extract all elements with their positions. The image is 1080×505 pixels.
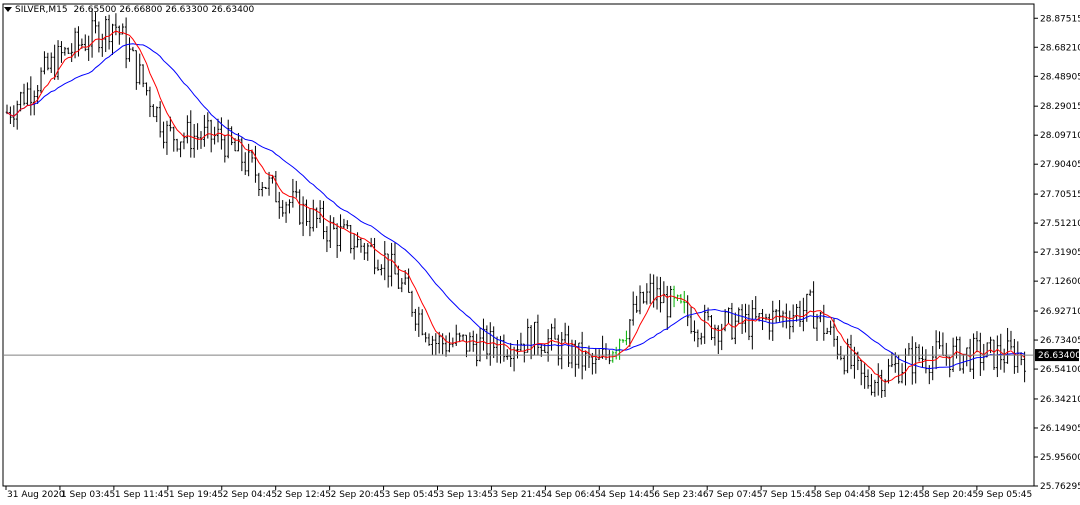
price-tick-label: 26.92710: [1040, 307, 1080, 317]
time-tick-label: 3 Sep 05:45: [385, 490, 439, 500]
symbol-header: SILVER,M15 26.65500 26.66800 26.63300 26.63…: [4, 5, 257, 15]
price-tick-label: 28.48905: [1040, 72, 1080, 82]
time-tick-label: 2 Sep 04:45: [223, 490, 277, 500]
time-tick-label: 7 Sep 07:45: [708, 490, 762, 500]
time-tick-label: 9 Sep 05:45: [978, 490, 1032, 500]
price-tick-label: 28.09710: [1040, 131, 1080, 141]
price-tick-label: 26.73405: [1040, 336, 1080, 346]
time-tick-label: 7 Sep 15:45: [762, 490, 816, 500]
ohlc-low: 26.63300: [165, 5, 209, 15]
time-tick-label: 1 Sep 03:45: [61, 490, 115, 500]
price-tick-label: 27.70515: [1040, 190, 1080, 200]
time-tick-label: 3 Sep 21:45: [492, 490, 546, 500]
plot-frame: [2, 3, 1035, 487]
time-tick-label: 1 Sep 11:45: [115, 490, 169, 500]
collapse-triangle-icon[interactable]: [4, 7, 12, 12]
price-tick-label: 26.14905: [1040, 424, 1080, 434]
time-tick-label: 6 Sep 23:46: [654, 490, 709, 500]
price-tick-label: 27.12600: [1040, 277, 1080, 287]
price-tick-label: 27.31905: [1040, 248, 1080, 258]
price-tick-label: 25.95600: [1040, 453, 1080, 463]
time-tick-label: 1 Sep 19:45: [169, 490, 223, 500]
time-tick-label: 2 Sep 12:45: [277, 490, 331, 500]
ohlc-open: 26.65500: [73, 5, 117, 15]
time-tick-label: 4 Sep 06:45: [546, 490, 600, 500]
time-tick-label: 8 Sep 20:45: [924, 490, 978, 500]
price-tick-label: 27.51210: [1040, 219, 1080, 229]
time-tick-label: 2 Sep 20:45: [331, 490, 385, 500]
time-tick-label: 31 Aug 2020: [7, 490, 65, 500]
time-tick-label: 8 Sep 04:45: [816, 490, 870, 500]
current-price-label: 26.63400: [1038, 351, 1080, 361]
time-tick-label: 8 Sep 12:45: [870, 490, 924, 500]
price-tick-label: 28.68210: [1040, 43, 1080, 53]
time-tick-label: 4 Sep 14:45: [600, 490, 654, 500]
price-tick-label: 28.29015: [1040, 102, 1080, 112]
chart-window[interactable]: 28.87515 28.68210 28.48905 28.29015 28.09710…: [0, 0, 1080, 505]
price-tick-label: 25.76295: [1040, 482, 1080, 492]
symbol-name: SILVER,M15: [15, 5, 68, 15]
price-tick-label: 26.34210: [1040, 395, 1080, 405]
time-tick-label: 3 Sep 13:45: [439, 490, 493, 500]
chart-canvas[interactable]: 28.87515 28.68210 28.48905 28.29015 28.09710…: [0, 0, 1080, 505]
price-tick-label: 27.90405: [1040, 160, 1080, 170]
ohlc-close: 26.63400: [211, 5, 255, 15]
price-tick-label: 28.87515: [1040, 14, 1080, 24]
ohlc-high: 26.66800: [119, 5, 163, 15]
price-tick-label: 26.54100: [1040, 365, 1080, 375]
